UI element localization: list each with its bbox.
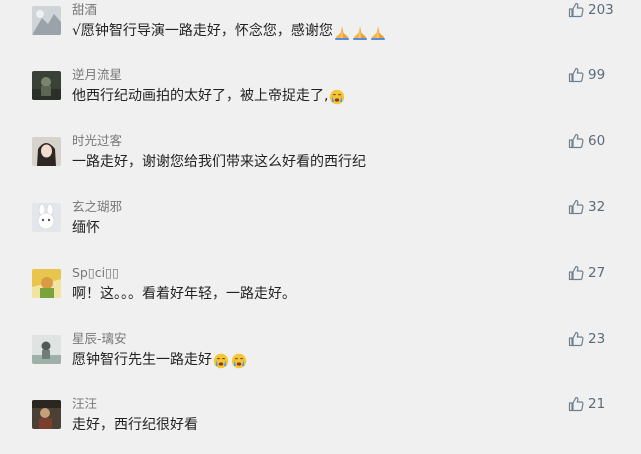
comment-text-body: √愿钟智行导演一路走好，怀念您，感谢您 [72,23,333,39]
like-count: 203 [588,2,614,18]
like-count: 32 [588,199,606,215]
comment-text: 啊！这。。。看着好年轻，一路走好。 [72,284,296,304]
emoji-row [213,353,249,373]
thumbs-up-icon [568,396,584,412]
username[interactable]: 玄之瑚邪 [72,199,122,215]
like-button[interactable]: 21 [568,394,605,414]
like-button[interactable]: 23 [568,329,605,349]
username[interactable]: Sp▯ci▯▯ [72,265,119,281]
comment-text-body: 愿钟智行先生一路走好 [72,352,212,368]
comment-list: 甜酒 √愿钟智行导演一路走好，怀念您，感谢您 203 逆月流星 他西行纪动画拍的… [0,0,641,438]
comment-item: 汪汪 走好，西行纪很好看 21 [0,396,641,454]
comment-text-body: 啊！这。。。看着好年轻，一路走好。 [72,286,296,302]
crying-face-icon [329,89,345,105]
comment-text-body: 他西行纪动画拍的太好了，被上帝捉走了, [72,88,329,104]
thumbs-up-icon [568,265,584,281]
username[interactable]: 逆月流星 [72,67,122,83]
comment-text: 愿钟智行先生一路走好 [72,350,249,373]
comment-item: Sp▯ci▯▯ 啊！这。。。看着好年轻，一路走好。 27 [0,265,641,323]
comment-item: 逆月流星 他西行纪动画拍的太好了，被上帝捉走了, 99 [0,67,641,125]
comment-text: 他西行纪动画拍的太好了，被上帝捉走了, [72,86,347,109]
avatar[interactable] [32,203,61,232]
like-button[interactable]: 27 [568,263,605,283]
emoji-row [334,24,388,44]
comment-text-body: 走好，西行纪很好看 [72,417,198,433]
thumbs-up-icon [568,2,584,18]
comment-item: 时光过客 一路走好，谢谢您给我们带来这么好看的西行纪 60 [0,133,641,191]
avatar[interactable] [32,269,61,298]
like-count: 99 [588,67,606,83]
praying-hands-icon [352,24,368,40]
like-count: 21 [588,396,606,412]
thumbs-up-icon [568,199,584,215]
comment-item: 玄之瑚邪 缅怀 32 [0,199,641,257]
thumbs-up-icon [568,133,584,149]
comment-item: 甜酒 √愿钟智行导演一路走好，怀念您，感谢您 203 [0,2,641,60]
crying-face-icon [231,353,247,369]
crying-face-icon [213,353,229,369]
thumbs-up-icon [568,331,584,347]
username[interactable]: 星辰-璃安 [72,331,127,347]
comment-text: 一路走好，谢谢您给我们带来这么好看的西行纪 [72,152,366,172]
avatar[interactable] [32,71,61,100]
comment-item: 星辰-璃安 愿钟智行先生一路走好 23 [0,331,641,389]
emoji-row [329,89,347,109]
username[interactable]: 时光过客 [72,133,122,149]
comment-text: √愿钟智行导演一路走好，怀念您，感谢您 [72,21,388,44]
like-button[interactable]: 60 [568,131,605,151]
like-button[interactable]: 203 [568,0,614,20]
comment-text-body: 缅怀 [72,220,100,236]
thumbs-up-icon [568,67,584,83]
like-count: 60 [588,133,606,149]
like-button[interactable]: 32 [568,197,605,217]
like-count: 27 [588,265,606,281]
avatar[interactable] [32,6,61,35]
avatar[interactable] [32,400,61,429]
avatar[interactable] [32,335,61,364]
like-count: 23 [588,331,606,347]
username[interactable]: 甜酒 [72,2,97,18]
comment-text-body: 一路走好，谢谢您给我们带来这么好看的西行纪 [72,154,366,170]
avatar[interactable] [32,137,61,166]
praying-hands-icon [370,24,386,40]
like-button[interactable]: 99 [568,65,605,85]
comment-text: 缅怀 [72,218,100,238]
praying-hands-icon [334,24,350,40]
comment-text: 走好，西行纪很好看 [72,415,198,435]
username[interactable]: 汪汪 [72,396,97,412]
